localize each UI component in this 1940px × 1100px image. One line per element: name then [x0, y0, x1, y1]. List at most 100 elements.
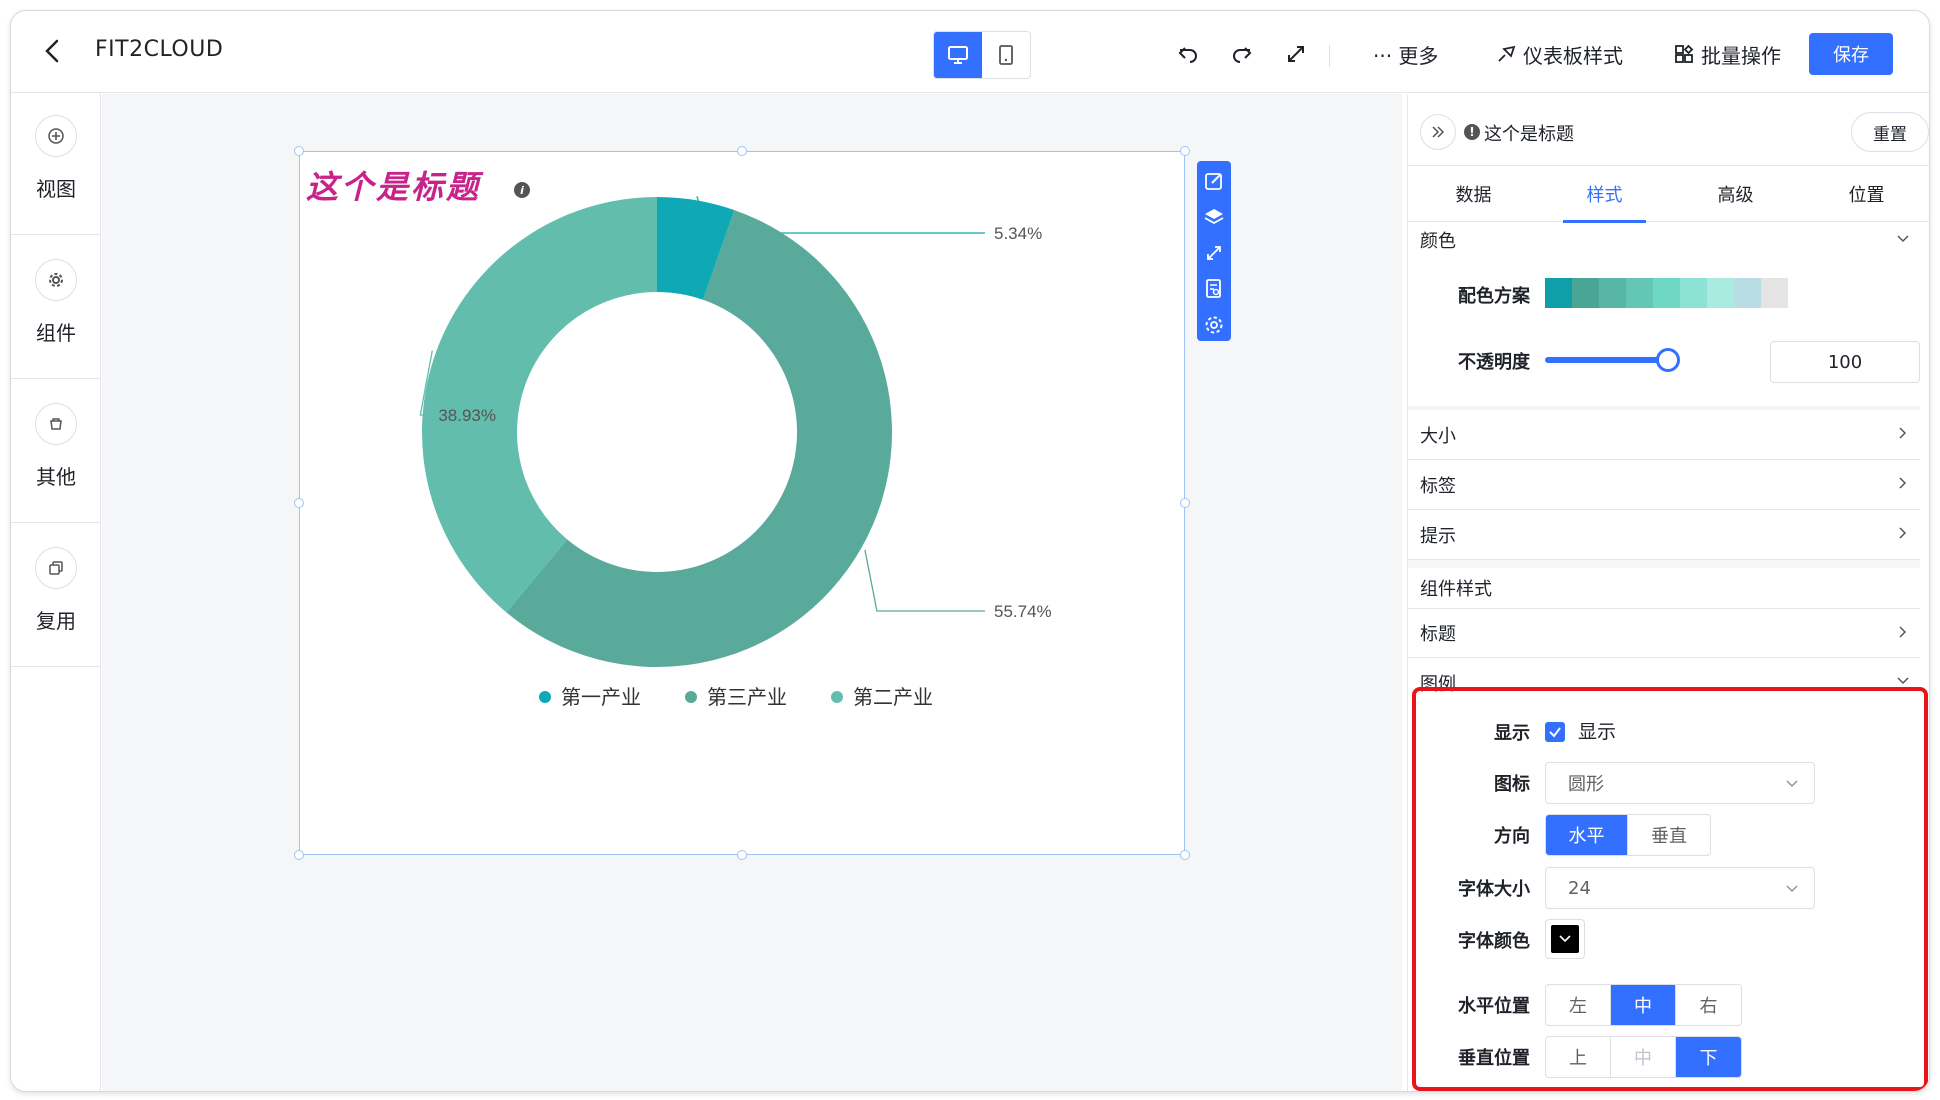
- edit-button[interactable]: [1200, 167, 1228, 195]
- palette-swatch: [1734, 278, 1761, 308]
- other-icon: [35, 403, 77, 445]
- chart-widget[interactable]: 这个是标题 i 5.34% 55.74% 38.93% 第一产业 第三产业 第二产业: [299, 151, 1185, 855]
- section-label: 提示: [1420, 525, 1456, 547]
- highlight-box: [1412, 687, 1928, 1091]
- data-label: 55.74%: [994, 602, 1052, 621]
- sidebar-item-label: 其他: [36, 465, 76, 489]
- legend-label: 第一产业: [561, 685, 641, 709]
- panel-title: 这个是标题: [1484, 124, 1574, 145]
- tab-advanced[interactable]: 高级: [1670, 166, 1801, 222]
- sidebar-item-other[interactable]: 其他: [11, 381, 101, 523]
- save-button[interactable]: 保存: [1809, 33, 1893, 75]
- sidebar-item-label: 复用: [36, 609, 76, 633]
- property-panel: ! 这个是标题 重置 数据 样式 高级 位置 颜色 配色方案 不透明度 100 …: [1407, 94, 1929, 1091]
- redo-button[interactable]: [1229, 41, 1255, 67]
- chevron-right-icon: [1899, 477, 1907, 489]
- color-palette[interactable]: [1545, 278, 1788, 308]
- mobile-view-button[interactable]: [982, 32, 1030, 78]
- palette-swatch: [1545, 278, 1572, 308]
- opacity-slider-knob[interactable]: [1656, 348, 1680, 372]
- resize-handle-tr[interactable]: [1180, 146, 1190, 156]
- more-button[interactable]: ··· 更多: [1373, 41, 1438, 68]
- fullscreen-button[interactable]: [1283, 41, 1309, 67]
- layers-button[interactable]: [1200, 203, 1228, 231]
- tab-position[interactable]: 位置: [1801, 166, 1929, 222]
- plus-circle-icon: [35, 115, 77, 157]
- gear-icon: [1205, 316, 1223, 334]
- grid-icon: [1675, 44, 1694, 63]
- resize-handle-t[interactable]: [737, 146, 747, 156]
- resize-handle-b[interactable]: [737, 850, 747, 860]
- gear-icon: [35, 259, 77, 301]
- opacity-slider-track[interactable]: [1545, 357, 1665, 363]
- dashboard-style-button[interactable]: 仪表板样式: [1495, 41, 1623, 68]
- sidebar-item-view[interactable]: 视图: [11, 93, 101, 235]
- palette-swatch: [1599, 278, 1626, 308]
- expand-icon: [1207, 246, 1221, 260]
- settings-button[interactable]: [1200, 311, 1228, 339]
- resize-handle-bl[interactable]: [294, 850, 304, 860]
- title-section-header[interactable]: 标题: [1408, 608, 1920, 658]
- resize-handle-tl[interactable]: [294, 146, 304, 156]
- leader-line: [864, 549, 985, 612]
- detail-button[interactable]: [1200, 275, 1228, 303]
- color-section-header[interactable]: 颜色: [1408, 222, 1920, 258]
- redo-icon: [1233, 47, 1252, 63]
- opacity-input[interactable]: 100: [1770, 341, 1920, 383]
- sidebar-item-reuse[interactable]: 复用: [11, 525, 101, 667]
- panel-tabs: 数据 样式 高级 位置: [1408, 166, 1929, 223]
- collapse-panel-button[interactable]: [1420, 114, 1456, 150]
- panel-header: ! 这个是标题 重置: [1408, 94, 1929, 166]
- section-label: 颜色: [1420, 231, 1456, 252]
- desktop-view-button[interactable]: [934, 32, 982, 78]
- tab-style[interactable]: 样式: [1539, 166, 1670, 223]
- header-divider: [1329, 45, 1330, 67]
- document-search-icon: [1206, 279, 1221, 298]
- resize-handle-l[interactable]: [294, 498, 304, 508]
- reset-button[interactable]: 重置: [1851, 112, 1929, 152]
- palette-swatch: [1761, 278, 1788, 308]
- resize-handle-r[interactable]: [1180, 498, 1190, 508]
- widget-toolbar: [1197, 161, 1231, 341]
- resize-handle-br[interactable]: [1180, 850, 1190, 860]
- dashboard-canvas: 这个是标题 i 5.34% 55.74% 38.93% 第一产业 第三产业 第二产业: [102, 94, 1402, 1091]
- donut-chart: 5.34% 55.74% 38.93% 第一产业 第三产业 第二产业: [419, 196, 1052, 709]
- tab-data[interactable]: 数据: [1408, 166, 1539, 222]
- tooltip-section-header[interactable]: 提示: [1408, 510, 1920, 560]
- palette-swatch: [1572, 278, 1599, 308]
- app-title: FIT2CLOUD: [95, 37, 224, 62]
- size-section-header[interactable]: 大小: [1408, 410, 1920, 460]
- left-sidebar: 视图 组件 其他 复用: [11, 93, 101, 1091]
- undo-button[interactable]: [1175, 41, 1201, 67]
- opacity-label: 不透明度: [1458, 352, 1530, 373]
- data-label: 38.93%: [438, 406, 496, 425]
- copy-icon: [35, 547, 77, 589]
- palette-swatch: [1653, 278, 1680, 308]
- legend-label: 第三产业: [707, 685, 787, 709]
- donut-slice[interactable]: [422, 197, 657, 613]
- chevron-down-icon: [1897, 677, 1909, 685]
- warning-icon: !: [1464, 124, 1480, 140]
- section-label: 大小: [1420, 425, 1456, 447]
- back-button[interactable]: [39, 37, 67, 65]
- expand-icon: [1288, 46, 1304, 62]
- batch-operation-button[interactable]: 批量操作: [1673, 41, 1781, 68]
- batch-operation-label: 批量操作: [1701, 43, 1781, 68]
- palette-swatch: [1626, 278, 1653, 308]
- device-toggle: [933, 31, 1031, 79]
- edit-icon: [1205, 173, 1222, 190]
- chevron-right-icon: [1899, 626, 1907, 638]
- sidebar-item-label: 组件: [36, 321, 76, 345]
- chevron-down-icon: [1897, 235, 1909, 243]
- sidebar-item-component[interactable]: 组件: [11, 237, 101, 379]
- monitor-icon: [948, 46, 968, 64]
- top-header: FIT2CLOUD ··· 更多 仪表板样式 批量操作 保存: [11, 11, 1929, 93]
- expand-widget-button[interactable]: [1200, 239, 1228, 267]
- legend-marker: [831, 691, 843, 703]
- dashboard-style-label: 仪表板样式: [1523, 43, 1623, 68]
- label-section-header[interactable]: 标签: [1408, 460, 1920, 510]
- mobile-icon: [999, 45, 1013, 65]
- double-chevron-right-icon: [1432, 126, 1445, 138]
- app-window: FIT2CLOUD ··· 更多 仪表板样式 批量操作 保存 视图 组件 其他 …: [10, 10, 1930, 1092]
- legend-marker: [685, 691, 697, 703]
